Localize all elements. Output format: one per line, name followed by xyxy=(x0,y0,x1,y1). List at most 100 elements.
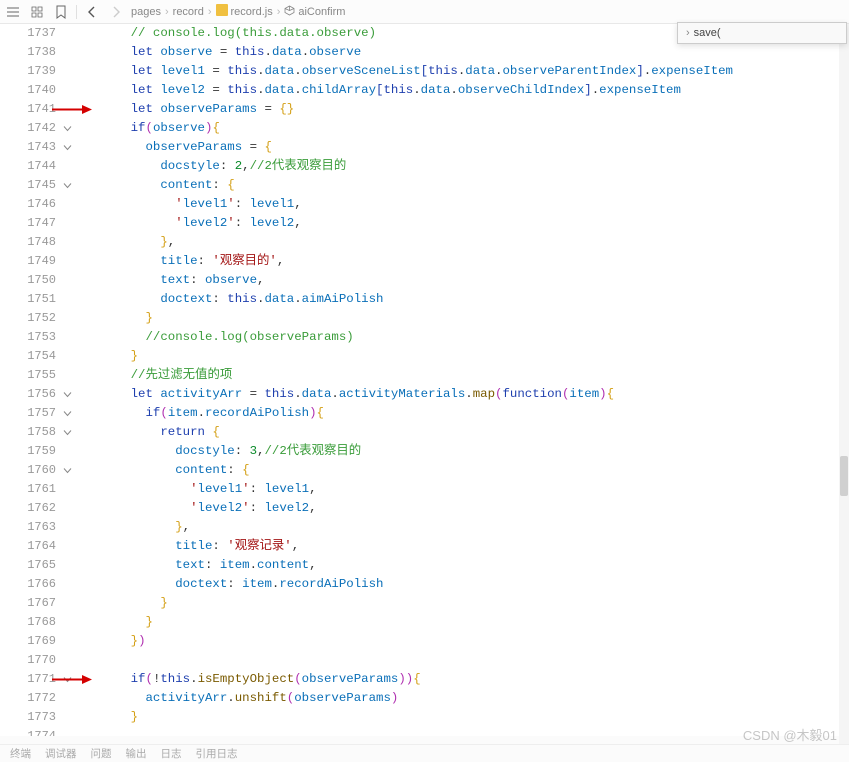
breadcrumb-item-record[interactable]: record xyxy=(173,6,204,18)
chevron-right-icon: › xyxy=(208,6,212,18)
line-number: 1763 xyxy=(0,518,78,537)
code-line[interactable]: if(observe){ xyxy=(86,119,849,138)
vertical-scrollbar[interactable] xyxy=(839,24,849,744)
code-line[interactable]: }, xyxy=(86,233,849,252)
code-line[interactable]: let level2 = this.data.childArray[this.d… xyxy=(86,81,849,100)
code-line[interactable]: docstyle: 2,//2代表观察目的 xyxy=(86,157,849,176)
code-line[interactable]: text: observe, xyxy=(86,271,849,290)
code-line[interactable]: observeParams = { xyxy=(86,138,849,157)
code-line[interactable]: text: item.content, xyxy=(86,556,849,575)
line-number: 1739 xyxy=(0,62,78,81)
breadcrumb-item-method[interactable]: aiConfirm xyxy=(284,5,345,19)
chevron-right-icon: › xyxy=(277,6,281,18)
code-line[interactable] xyxy=(86,651,849,670)
code-line[interactable]: content: { xyxy=(86,176,849,195)
line-number: 1757 xyxy=(0,404,78,423)
annotation-arrow xyxy=(52,100,92,119)
breadcrumb-item-pages[interactable]: pages xyxy=(131,6,161,18)
line-number: 1770 xyxy=(0,651,78,670)
code-line[interactable]: }, xyxy=(86,518,849,537)
code-line[interactable]: } xyxy=(86,594,849,613)
line-number: 1765 xyxy=(0,556,78,575)
line-number: 1761 xyxy=(0,480,78,499)
code-line[interactable]: 'level1': level1, xyxy=(86,195,849,214)
line-number: 1744 xyxy=(0,157,78,176)
line-number: 1768 xyxy=(0,613,78,632)
line-number: 1764 xyxy=(0,537,78,556)
code-line[interactable]: //先过滤无值的项 xyxy=(86,366,849,385)
code-line[interactable]: } xyxy=(86,309,849,328)
bottom-panel-tabs: 终端 调试器 问题 输出 日志 引用日志 xyxy=(0,744,849,762)
bookmark-icon[interactable] xyxy=(52,3,70,21)
code-line[interactable]: 'level1': level1, xyxy=(86,480,849,499)
tab-terminal[interactable]: 终端 xyxy=(10,746,31,761)
code-area[interactable]: // console.log(this.data.observe) let ob… xyxy=(78,24,849,762)
line-number: 1747 xyxy=(0,214,78,233)
code-line[interactable]: 'level2': level2, xyxy=(86,499,849,518)
nav-forward-icon[interactable] xyxy=(107,3,125,21)
tab-reflog[interactable]: 引用日志 xyxy=(196,746,238,761)
code-line[interactable]: if(!this.isEmptyObject(observeParams)){ xyxy=(86,670,849,689)
code-line[interactable]: content: { xyxy=(86,461,849,480)
tab-log[interactable]: 日志 xyxy=(161,746,182,761)
chevron-right-icon: › xyxy=(686,27,690,39)
toolbar: pages › record › record.js › aiConfirm xyxy=(0,0,849,24)
line-number: 1766 xyxy=(0,575,78,594)
line-number: 1737 xyxy=(0,24,78,43)
code-line[interactable]: let observeParams = {} xyxy=(86,100,849,119)
line-number: 1767 xyxy=(0,594,78,613)
chevron-right-icon: › xyxy=(165,6,169,18)
code-line[interactable]: docstyle: 3,//2代表观察目的 xyxy=(86,442,849,461)
code-line[interactable]: title: '观察记录', xyxy=(86,537,849,556)
code-line[interactable]: }) xyxy=(86,632,849,651)
code-line[interactable]: let observe = this.data.observe xyxy=(86,43,849,62)
code-line[interactable]: if(item.recordAiPolish){ xyxy=(86,404,849,423)
code-line[interactable]: doctext: item.recordAiPolish xyxy=(86,575,849,594)
line-number: 1758 xyxy=(0,423,78,442)
code-line[interactable]: activityArr.unshift(observeParams) xyxy=(86,689,849,708)
tab-output[interactable]: 输出 xyxy=(126,746,147,761)
code-line[interactable]: let level1 = this.data.observeSceneList[… xyxy=(86,62,849,81)
code-line[interactable]: //console.log(observeParams) xyxy=(86,328,849,347)
line-number: 1746 xyxy=(0,195,78,214)
line-number: 1754 xyxy=(0,347,78,366)
tab-problems[interactable]: 问题 xyxy=(91,746,112,761)
tab-debugger[interactable]: 调试器 xyxy=(45,746,77,761)
line-number: 1749 xyxy=(0,252,78,271)
breadcrumb: pages › record › record.js › aiConfirm xyxy=(131,4,345,19)
line-number: 1773 xyxy=(0,708,78,727)
line-gutter: 1737173817391740174117421743174417451746… xyxy=(0,24,78,762)
line-number: 1756 xyxy=(0,385,78,404)
scrollbar-thumb[interactable] xyxy=(840,456,848,496)
method-icon xyxy=(284,5,295,19)
code-line[interactable]: let activityArr = this.data.activityMate… xyxy=(86,385,849,404)
line-number: 1750 xyxy=(0,271,78,290)
code-line[interactable]: } xyxy=(86,347,849,366)
line-number: 1762 xyxy=(0,499,78,518)
suggest-popup[interactable]: › save( xyxy=(677,22,847,44)
code-line[interactable]: doctext: this.data.aimAiPolish xyxy=(86,290,849,309)
line-number: 1748 xyxy=(0,233,78,252)
code-line[interactable]: title: '观察目的', xyxy=(86,252,849,271)
suggest-item-label: save( xyxy=(694,27,721,39)
code-editor: 1737173817391740174117421743174417451746… xyxy=(0,24,849,762)
line-number: 1753 xyxy=(0,328,78,347)
horizontal-scrollbar[interactable] xyxy=(0,736,839,744)
line-number: 1745 xyxy=(0,176,78,195)
code-line[interactable]: return { xyxy=(86,423,849,442)
line-number: 1743 xyxy=(0,138,78,157)
hamburger-icon[interactable] xyxy=(4,3,22,21)
code-line[interactable]: } xyxy=(86,708,849,727)
collapse-icon[interactable] xyxy=(28,3,46,21)
line-number: 1772 xyxy=(0,689,78,708)
nav-back-icon[interactable] xyxy=(83,3,101,21)
line-number: 1769 xyxy=(0,632,78,651)
separator xyxy=(76,5,77,19)
breadcrumb-item-file[interactable]: record.js xyxy=(216,4,273,19)
line-number: 1742 xyxy=(0,119,78,138)
suggest-item[interactable]: › save( xyxy=(678,23,846,43)
code-line[interactable]: 'level2': level2, xyxy=(86,214,849,233)
line-number: 1751 xyxy=(0,290,78,309)
line-number: 1760 xyxy=(0,461,78,480)
code-line[interactable]: } xyxy=(86,613,849,632)
